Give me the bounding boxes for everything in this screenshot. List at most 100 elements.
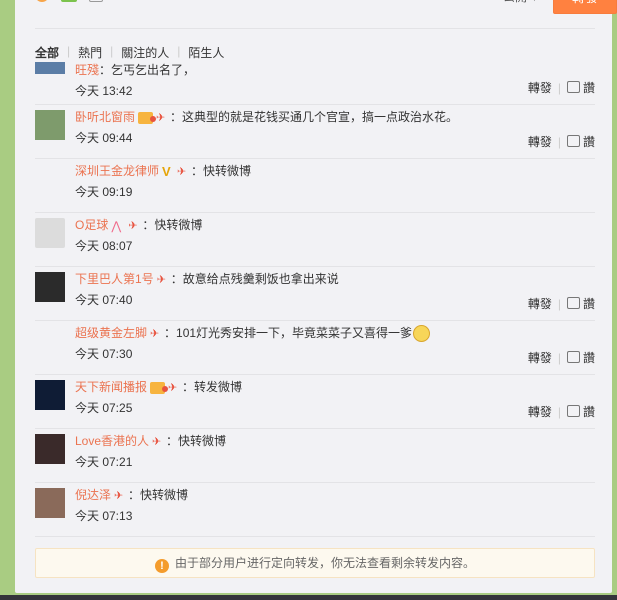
forward-link[interactable]: 轉發 xyxy=(528,81,552,95)
like-link[interactable]: 讚 xyxy=(583,135,595,149)
item-actions: 轉發 | 讚 xyxy=(528,295,595,312)
item-actions: 轉發 | 讚 xyxy=(528,79,595,96)
username[interactable]: O足球 xyxy=(75,218,108,232)
avatar[interactable] xyxy=(35,434,65,464)
gift-icon[interactable]: ✈ xyxy=(157,274,171,286)
filter-tabs: 全部 | 熱門 | 關注的人 | 陌生人 xyxy=(35,44,224,60)
gift-icon[interactable]: ✈ xyxy=(168,382,182,394)
warning-icon: ! xyxy=(154,559,169,573)
repost-text: 这典型的就是花钱买通几个官宣，搞一点政治水花。 xyxy=(182,110,459,124)
username[interactable]: 超级黄金左脚 xyxy=(75,326,147,340)
colon: ： xyxy=(99,63,112,77)
timestamp[interactable]: 今天 09:44 xyxy=(75,130,595,146)
gift-icon[interactable]: ✈ xyxy=(177,166,191,178)
repost-panel: 公開▼ 轉發 全部 | 熱門 | 關注的人 | 陌生人 旺殘：乞丐乞出名了， 今… xyxy=(15,0,617,593)
verified-icon[interactable]: V xyxy=(162,165,174,178)
thumbs-up-icon[interactable] xyxy=(566,351,580,363)
avatar[interactable] xyxy=(35,488,65,518)
tab-separator: | xyxy=(110,44,114,58)
timestamp[interactable]: 今天 07:21 xyxy=(75,454,595,470)
emoji-icon[interactable] xyxy=(35,0,49,2)
username[interactable]: 卧听北窗雨 xyxy=(75,110,135,124)
tab-strangers[interactable]: 陌生人 xyxy=(188,44,224,61)
avatar[interactable] xyxy=(35,110,65,140)
colon: ： xyxy=(164,326,177,340)
repost-text: 快转微博 xyxy=(178,434,227,448)
tab-following[interactable]: 關注的人 xyxy=(121,44,169,61)
gift-icon[interactable]: ✈ xyxy=(156,112,170,124)
peak-icon[interactable]: ⋀ xyxy=(111,220,125,232)
avatar[interactable] xyxy=(35,272,65,302)
list-item: 深圳王金龙律师 V ✈ ：快转微博 今天 09:19 xyxy=(35,159,595,213)
thumbs-up-icon[interactable] xyxy=(566,297,580,309)
composer-toolbar: 公開▼ 轉發 xyxy=(35,0,617,16)
forward-link[interactable]: 轉發 xyxy=(528,351,552,365)
colon: ： xyxy=(182,380,195,394)
list-item: 旺殘：乞丐乞出名了， 今天 13:42 轉發 | 讚 xyxy=(35,62,595,105)
timestamp[interactable]: 今天 07:40 xyxy=(75,292,595,308)
username[interactable]: 旺殘 xyxy=(75,63,99,77)
username[interactable]: 下里巴人第1号 xyxy=(75,272,154,286)
gift-icon[interactable]: ✈ xyxy=(128,220,142,232)
gift-icon[interactable]: ✈ xyxy=(150,328,164,340)
timestamp[interactable]: 今天 07:25 xyxy=(75,400,595,416)
divider xyxy=(35,28,595,29)
list-item: 天下新闻播报 ✈ ：转发微博 今天 07:25 轉發 | 讚 xyxy=(35,375,595,429)
chevron-down-icon: ▼ xyxy=(530,0,539,3)
username[interactable]: 深圳王金龙律师 xyxy=(75,164,159,178)
action-separator: | xyxy=(557,351,561,365)
item-actions: 轉發 | 讚 xyxy=(528,403,595,420)
avatar[interactable] xyxy=(35,62,65,74)
repost-list: 旺殘：乞丐乞出名了， 今天 13:42 轉發 | 讚 卧听北窗雨 ✈ ：这典型的就是花钱… xyxy=(35,62,595,537)
forward-link[interactable]: 轉發 xyxy=(528,297,552,311)
list-item: O足球 ⋀ ✈ ：快转微博 今天 08:07 xyxy=(35,213,595,267)
thumbs-up-icon[interactable] xyxy=(566,135,580,147)
member-crown-icon[interactable] xyxy=(150,381,169,394)
colon: ： xyxy=(170,272,183,286)
thumbs-up-icon[interactable] xyxy=(566,81,580,93)
colon: ： xyxy=(170,110,183,124)
action-separator: | xyxy=(557,405,561,419)
item-actions: 轉發 | 讚 xyxy=(528,133,595,150)
tab-all[interactable]: 全部 xyxy=(35,44,59,61)
member-crown-icon[interactable] xyxy=(138,111,157,124)
avatar[interactable] xyxy=(35,164,65,194)
like-link[interactable]: 讚 xyxy=(583,351,595,365)
image-icon[interactable] xyxy=(61,0,77,2)
repost-text: 快转微博 xyxy=(154,218,203,232)
list-item: 倪达泽 ✈ ：快转微博 今天 07:13 xyxy=(35,483,595,537)
more-icon[interactable] xyxy=(89,0,103,2)
action-separator: | xyxy=(557,297,561,311)
list-item: 卧听北窗雨 ✈ ：这典型的就是花钱买通几个官宣，搞一点政治水花。 今天 09:44 … xyxy=(35,105,595,159)
timestamp[interactable]: 今天 08:07 xyxy=(75,238,595,254)
visibility-selector[interactable]: 公開▼ xyxy=(503,0,539,5)
gift-icon[interactable]: ✈ xyxy=(152,436,166,448)
avatar[interactable] xyxy=(35,326,65,356)
notice-text: 由于部分用户进行定向转发，你无法查看剩余转发内容。 xyxy=(174,556,475,570)
username[interactable]: 天下新闻播报 xyxy=(75,380,147,394)
forward-link[interactable]: 轉發 xyxy=(528,405,552,419)
avatar[interactable] xyxy=(35,380,65,410)
restricted-repost-notice: ! 由于部分用户进行定向转发，你无法查看剩余转发内容。 xyxy=(35,548,595,578)
forward-button[interactable]: 轉發 xyxy=(553,0,617,14)
timestamp[interactable]: 今天 09:19 xyxy=(75,184,595,200)
timestamp[interactable]: 今天 13:42 xyxy=(75,83,595,99)
timestamp[interactable]: 今天 07:13 xyxy=(75,508,595,524)
repost-text: 快转微博 xyxy=(140,488,189,502)
window-bottom-edge xyxy=(0,595,617,600)
like-link[interactable]: 讚 xyxy=(583,297,595,311)
repost-text: 快转微博 xyxy=(203,164,252,178)
colon: ： xyxy=(191,164,204,178)
like-link[interactable]: 讚 xyxy=(583,405,595,419)
timestamp[interactable]: 今天 07:30 xyxy=(75,346,595,362)
tab-separator: | xyxy=(177,44,181,58)
forward-link[interactable]: 轉發 xyxy=(528,135,552,149)
like-link[interactable]: 讚 xyxy=(583,81,595,95)
username[interactable]: Love香港的人 xyxy=(75,434,149,448)
tab-hot[interactable]: 熱門 xyxy=(78,44,102,61)
avatar[interactable] xyxy=(35,218,65,248)
thumbs-up-icon[interactable] xyxy=(566,405,580,417)
list-item: 下里巴人第1号 ✈ ：故意给点残羹剩饭也拿出来说 今天 07:40 轉發 | 讚 xyxy=(35,267,595,321)
gift-icon[interactable]: ✈ xyxy=(114,490,128,502)
username[interactable]: 倪达泽 xyxy=(75,488,111,502)
